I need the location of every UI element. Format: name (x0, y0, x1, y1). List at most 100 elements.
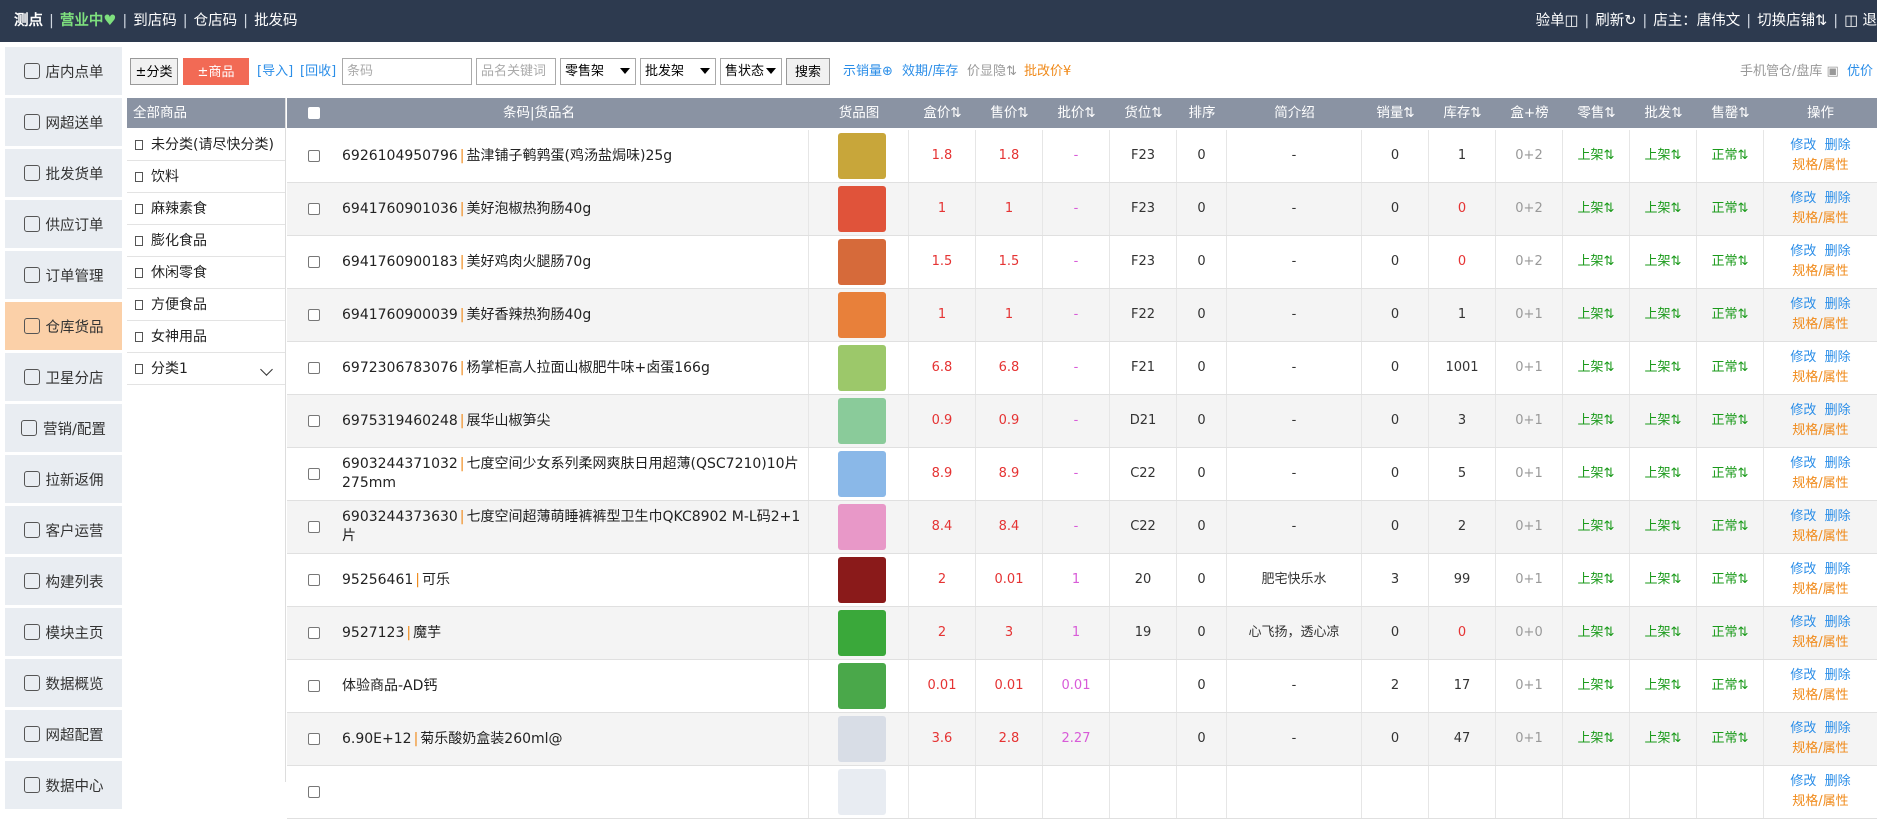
sidebar-item-marketing-config[interactable]: 营销/配置 (5, 404, 122, 455)
keyword-input[interactable]: 品名关键词 (476, 58, 556, 85)
soldout-toggle[interactable]: 正常⇅ (1697, 342, 1764, 394)
wholesale-toggle[interactable]: 上架⇅ (1630, 130, 1697, 182)
retail-toggle[interactable]: 上架⇅ (1563, 395, 1630, 447)
row-checkbox[interactable] (308, 150, 320, 162)
category-item[interactable]: 饮料 (127, 161, 285, 193)
product-image[interactable] (838, 133, 886, 179)
retail-toggle[interactable] (1563, 766, 1630, 818)
retail-toggle[interactable]: 上架⇅ (1563, 660, 1630, 712)
barcode-name-cell[interactable]: 6926104950796 | 盐津铺子鹌鹑蛋(鸡汤盐焗味)25g (339, 130, 809, 182)
col-wholesale[interactable]: 批发⇅ (1630, 98, 1697, 128)
category-item[interactable]: 膨化食品 (127, 225, 285, 257)
retail-toggle[interactable]: 上架⇅ (1563, 607, 1630, 659)
row-checkbox[interactable] (308, 256, 320, 268)
retail-toggle[interactable]: 上架⇅ (1563, 448, 1630, 500)
soldout-toggle[interactable]: 正常⇅ (1697, 289, 1764, 341)
soldout-toggle[interactable]: 正常⇅ (1697, 448, 1764, 500)
soldout-toggle[interactable]: 正常⇅ (1697, 501, 1764, 553)
spec-attr-link[interactable]: 规格/属性 (1792, 476, 1848, 491)
sidebar-item-satellite-stores[interactable]: 卫星分店 (5, 353, 122, 404)
sidebar-item-data-overview[interactable]: 数据概览 (5, 659, 122, 710)
wholesale-toggle[interactable]: 上架⇅ (1630, 501, 1697, 553)
show-sales-link[interactable]: 示销量⊕ (843, 58, 893, 85)
edit-link[interactable]: 修改 (1790, 138, 1816, 153)
delete-link[interactable]: 删除 (1825, 138, 1851, 153)
sidebar-item-data-center[interactable]: 数据中心 (5, 761, 122, 812)
recycle-link[interactable]: [回收] (300, 58, 336, 85)
retail-toggle[interactable]: 上架⇅ (1563, 342, 1630, 394)
retail-toggle[interactable]: 上架⇅ (1563, 554, 1630, 606)
barcode-name-cell[interactable]: 95256461 | 可乐 (339, 554, 809, 606)
product-image[interactable] (838, 504, 886, 550)
spec-attr-link[interactable]: 规格/属性 (1792, 317, 1848, 332)
edit-link[interactable]: 修改 (1790, 244, 1816, 259)
soldout-toggle[interactable]: 正常⇅ (1697, 554, 1764, 606)
retail-toggle[interactable]: 上架⇅ (1563, 289, 1630, 341)
edit-link[interactable]: 修改 (1790, 668, 1816, 683)
retail-toggle[interactable]: 上架⇅ (1563, 713, 1630, 765)
col-soldout[interactable]: 售罄⇅ (1697, 98, 1764, 128)
delete-link[interactable]: 删除 (1825, 403, 1851, 418)
sidebar-item-online-delivery[interactable]: 网超送单 (5, 98, 122, 149)
select-all-checkbox[interactable] (308, 107, 320, 119)
barcode-name-cell[interactable]: 6941760901036 | 美好泡椒热狗肠40g (339, 183, 809, 235)
col-barcode-name[interactable]: 条码|货品名 (339, 98, 739, 128)
wholesale-toggle[interactable]: 上架⇅ (1630, 395, 1697, 447)
product-image[interactable] (838, 769, 886, 815)
spec-attr-link[interactable]: 规格/属性 (1792, 794, 1848, 809)
delete-link[interactable]: 删除 (1825, 721, 1851, 736)
soldout-toggle[interactable]: 正常⇅ (1697, 395, 1764, 447)
spec-attr-link[interactable]: 规格/属性 (1792, 211, 1848, 226)
category-item[interactable]: 方便食品 (127, 289, 285, 321)
wholesale-toggle[interactable]: 上架⇅ (1630, 236, 1697, 288)
batch-price-edit-link[interactable]: 批改价¥ (1024, 58, 1071, 85)
wholesale-toggle[interactable]: 上架⇅ (1630, 183, 1697, 235)
product-image[interactable] (838, 451, 886, 497)
row-checkbox[interactable] (308, 680, 320, 692)
sale-status-select[interactable]: 售状态 (720, 58, 782, 85)
col-location[interactable]: 货位⇅ (1110, 98, 1177, 128)
wholesale-toggle[interactable] (1630, 766, 1697, 818)
sidebar-item-store-order[interactable]: 店内点单 (5, 47, 122, 98)
barcode-name-cell[interactable]: 6975319460248 | 展华山椒笋尖 (339, 395, 809, 447)
barcode-name-cell[interactable]: 6.90E+12 | 菊乐酸奶盒装260ml@ (339, 713, 809, 765)
switch-store-link[interactable]: 切换店铺⇅ (1757, 13, 1827, 29)
row-checkbox[interactable] (308, 786, 320, 798)
sidebar-item-order-management[interactable]: 订单管理 (5, 251, 122, 302)
retail-toggle[interactable]: 上架⇅ (1563, 501, 1630, 553)
import-link[interactable]: [导入] (257, 58, 293, 85)
wholesale-shelf-select[interactable]: 批发架 (640, 58, 716, 85)
product-image[interactable] (838, 398, 886, 444)
delete-link[interactable]: 删除 (1825, 297, 1851, 312)
barcode-input[interactable]: 条码 (342, 58, 472, 85)
barcode-name-cell[interactable] (339, 766, 809, 818)
product-image[interactable] (838, 663, 886, 709)
barcode-name-cell[interactable]: 6903244373630 | 七度空间超薄萌睡裤裤型卫生巾QKC8902 M-L码… (339, 501, 809, 553)
retail-toggle[interactable]: 上架⇅ (1563, 236, 1630, 288)
spec-attr-link[interactable]: 规格/属性 (1792, 423, 1848, 438)
spec-attr-link[interactable]: 规格/属性 (1792, 529, 1848, 544)
soldout-toggle[interactable]: 正常⇅ (1697, 130, 1764, 182)
spec-attr-link[interactable]: 规格/属性 (1792, 370, 1848, 385)
sidebar-item-build-list[interactable]: 构建列表 (5, 557, 122, 608)
row-checkbox[interactable] (308, 362, 320, 374)
row-checkbox[interactable] (308, 415, 320, 427)
spec-attr-link[interactable]: 规格/属性 (1792, 264, 1848, 279)
category-item[interactable]: 麻辣素食 (127, 193, 285, 225)
product-image[interactable] (838, 716, 886, 762)
row-checkbox[interactable] (308, 468, 320, 480)
toggle-goods-button[interactable]: ±商品 (183, 58, 249, 85)
wholesale-toggle[interactable]: 上架⇅ (1630, 607, 1697, 659)
sidebar-item-referral-rebate[interactable]: 拉新返佣 (5, 455, 122, 506)
row-checkbox[interactable] (308, 574, 320, 586)
wholesale-code-link[interactable]: 批发码 (254, 13, 298, 29)
edit-link[interactable]: 修改 (1790, 562, 1816, 577)
soldout-toggle[interactable]: 正常⇅ (1697, 183, 1764, 235)
row-checkbox[interactable] (308, 203, 320, 215)
soldout-toggle[interactable]: 正常⇅ (1697, 660, 1764, 712)
delete-link[interactable]: 删除 (1825, 244, 1851, 259)
spec-attr-link[interactable]: 规格/属性 (1792, 741, 1848, 756)
sidebar-item-customer-ops[interactable]: 客户运营 (5, 506, 122, 557)
wholesale-toggle[interactable]: 上架⇅ (1630, 660, 1697, 712)
chevron-down-icon[interactable] (260, 363, 273, 376)
